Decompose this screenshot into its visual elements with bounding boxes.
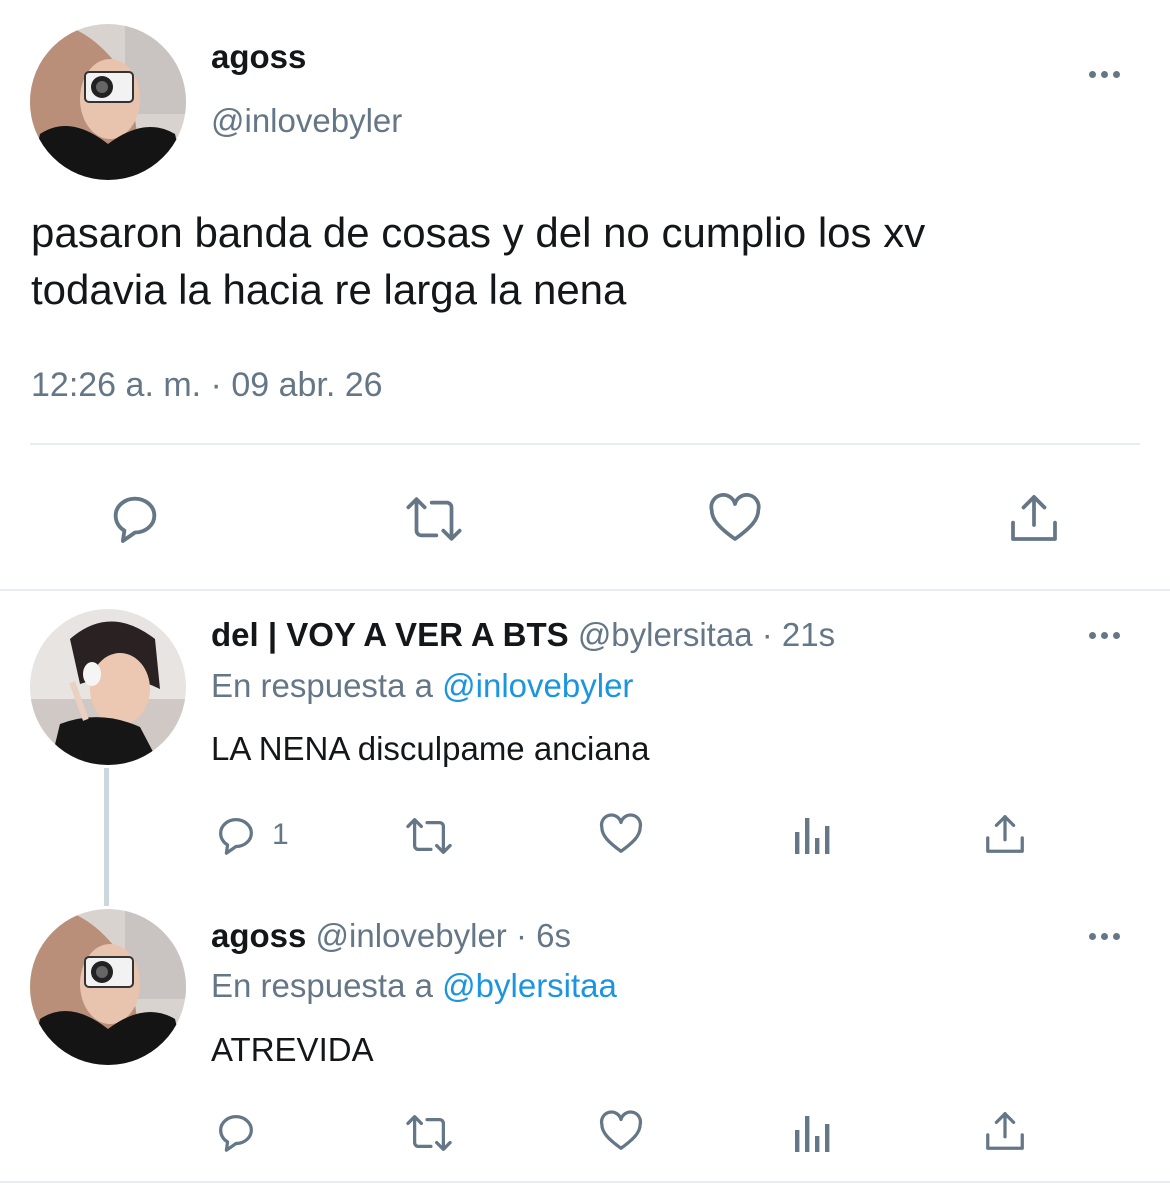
divider	[30, 443, 1140, 445]
retweet-icon[interactable]	[401, 491, 467, 547]
handle[interactable]: @bylersitaa	[578, 616, 753, 653]
share-icon[interactable]	[982, 1108, 1028, 1154]
avatar[interactable]	[30, 609, 186, 765]
more-options-icon[interactable]	[1089, 933, 1120, 940]
display-name[interactable]: del | VOY A VER A BTS	[211, 616, 569, 653]
divider	[0, 1181, 1170, 1183]
reply-count: 1	[272, 818, 289, 851]
timestamp[interactable]: 12:26 a. m. · 09 abr. 26	[31, 366, 383, 405]
more-options-icon[interactable]	[1089, 632, 1120, 639]
more-options-icon[interactable]	[1089, 71, 1120, 78]
reply-text: ATREVIDA	[211, 1031, 374, 1068]
reply-context: En respuesta a @bylersitaa	[211, 967, 617, 1005]
share-icon[interactable]	[982, 811, 1028, 857]
reply-prefix: En respuesta a	[211, 967, 433, 1004]
avatar[interactable]	[30, 909, 186, 1065]
reply-context: En respuesta a @inlovebyler	[211, 667, 633, 705]
analytics-icon[interactable]	[793, 814, 833, 856]
handle[interactable]: @inlovebyler	[211, 102, 402, 140]
like-icon[interactable]	[597, 1108, 645, 1154]
like-icon[interactable]	[597, 811, 645, 857]
reply-icon[interactable]	[213, 1109, 259, 1155]
like-icon[interactable]	[706, 490, 764, 546]
analytics-icon[interactable]	[793, 1112, 833, 1154]
retweet-icon[interactable]	[402, 1110, 456, 1156]
reply-icon[interactable]	[213, 812, 259, 858]
reply-to-link[interactable]: @inlovebyler	[442, 667, 633, 704]
reply-icon[interactable]	[106, 489, 164, 547]
tweet-text-line-2: todavia la hacia re larga la nena	[31, 266, 627, 313]
reply-text: LA NENA disculpame anciana	[211, 730, 650, 767]
time-ago[interactable]: · 21s	[762, 616, 835, 653]
reply-header: del | VOY A VER A BTS @bylersitaa · 21s	[211, 616, 835, 654]
display-name[interactable]: agoss	[211, 38, 306, 76]
handle[interactable]: @inlovebyler	[316, 917, 507, 954]
divider	[0, 589, 1170, 591]
avatar[interactable]	[30, 24, 186, 180]
share-icon[interactable]	[1006, 489, 1062, 547]
reply-to-link[interactable]: @bylersitaa	[442, 967, 617, 1004]
display-name[interactable]: agoss	[211, 917, 306, 954]
tweet-text-line-1: pasaron banda de cosas y del no cumplio …	[31, 209, 926, 256]
thread-line	[104, 768, 109, 906]
reply-prefix: En respuesta a	[211, 667, 433, 704]
retweet-icon[interactable]	[402, 813, 456, 859]
reply-header: agoss @inlovebyler · 6s	[211, 917, 571, 955]
time-ago[interactable]: · 6s	[516, 917, 571, 954]
